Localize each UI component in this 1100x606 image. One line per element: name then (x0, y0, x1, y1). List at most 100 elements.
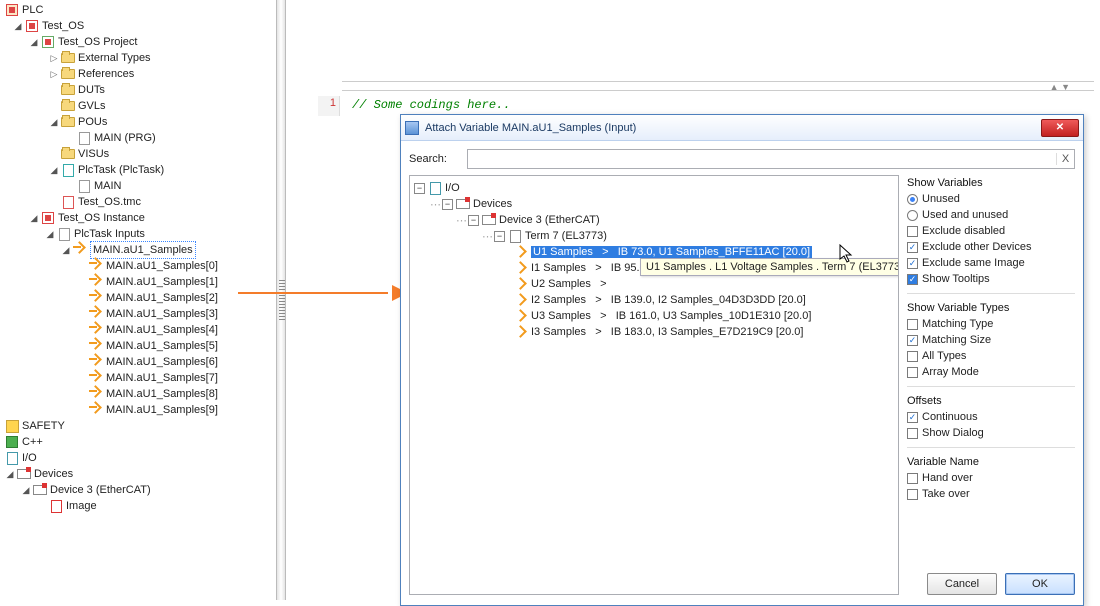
var-icon (88, 371, 104, 385)
code-comment: // Some codings here.. (352, 98, 510, 112)
tree-node[interactable]: MAIN.aU1_Samples[8] (4, 386, 274, 402)
tree-node[interactable]: Test_OS (4, 18, 274, 34)
ok-button[interactable]: OK (1005, 573, 1075, 595)
option-continuous[interactable]: Continuous (907, 409, 1075, 425)
expander-icon[interactable] (44, 226, 56, 242)
variable-row[interactable]: I2 Samples > IB 139.0, I2 Samples_04D3D3… (414, 292, 894, 308)
collapse-icon[interactable]: − (468, 215, 479, 226)
var-icon (88, 387, 104, 401)
attach-variable-dialog: Attach Variable MAIN.aU1_Samples (Input)… (400, 114, 1084, 606)
variable-row[interactable]: U2 Samples > (414, 276, 894, 292)
tree-node[interactable]: Test_OS Project (4, 34, 274, 50)
project-tree[interactable]: PLC Test_OS Test_OS Project External Typ… (4, 2, 274, 514)
options-pane: Show Variables Unused Used and unused Ex… (907, 175, 1075, 595)
expander-icon[interactable] (48, 50, 60, 66)
tree-node[interactable]: MAIN.aU1_Samples[0] (4, 258, 274, 274)
option-array-mode[interactable]: Array Mode (907, 364, 1075, 380)
tree-node[interactable]: Test_OS Instance (4, 210, 274, 226)
tree-node[interactable]: Image (4, 498, 274, 514)
var-icon (514, 246, 528, 258)
tree-node[interactable]: MAIN.aU1_Samples[5] (4, 338, 274, 354)
tree-node[interactable]: MAIN.aU1_Samples[2] (4, 290, 274, 306)
var-icon (514, 294, 528, 306)
option-matching-size[interactable]: Matching Size (907, 332, 1075, 348)
tree-node-safety[interactable]: SAFETY (4, 418, 274, 434)
tree-node[interactable]: MAIN (4, 178, 274, 194)
checkbox-icon (907, 335, 918, 346)
expander-icon[interactable] (12, 18, 24, 34)
expander-icon[interactable] (28, 34, 40, 50)
expander-icon[interactable] (60, 242, 72, 258)
cpp-icon (4, 435, 20, 449)
tree-node[interactable]: VISUs (4, 146, 274, 162)
expander-icon[interactable] (20, 482, 32, 498)
expander-icon[interactable] (28, 210, 40, 226)
tree-node[interactable]: Devices (4, 466, 274, 482)
expander-icon[interactable] (48, 66, 60, 82)
collapse-icon[interactable]: − (494, 231, 505, 242)
clear-search-button[interactable]: X (1056, 153, 1074, 165)
tree-node-selected[interactable]: MAIN.aU1_Samples (4, 242, 274, 258)
cancel-button[interactable]: Cancel (927, 573, 997, 595)
task-icon (60, 163, 76, 177)
tree-node[interactable]: Test_OS.tmc (4, 194, 274, 210)
expander-icon[interactable] (48, 162, 60, 178)
tree-node[interactable]: GVLs (4, 98, 274, 114)
var-icon (88, 291, 104, 305)
close-button[interactable]: ✕ (1041, 119, 1079, 137)
checkbox-icon (907, 258, 918, 269)
tree-node[interactable]: ⋯−Term 7 (EL3773) (414, 228, 894, 244)
option-hand-over[interactable]: Hand over (907, 470, 1075, 486)
tree-node[interactable]: ⋯−Device 3 (EtherCAT) (414, 212, 894, 228)
tree-node[interactable]: Device 3 (EtherCAT) (4, 482, 274, 498)
tree-node[interactable]: MAIN.aU1_Samples[7] (4, 370, 274, 386)
option-exclude-other-devices[interactable]: Exclude other Devices (907, 239, 1075, 255)
tree-node-plc[interactable]: PLC (4, 2, 274, 18)
code-pane-separator (342, 81, 1094, 91)
tree-node[interactable]: External Types (4, 50, 274, 66)
device-icon (32, 483, 48, 497)
collapse-icon[interactable]: ▲ ▼ (1050, 82, 1070, 92)
terminal-icon (507, 229, 523, 243)
pou-icon (76, 131, 92, 145)
tree-node-cpp[interactable]: C++ (4, 434, 274, 450)
variable-row[interactable]: U3 Samples > IB 161.0, U3 Samples_10D1E3… (414, 308, 894, 324)
tree-node[interactable]: ⋯−Devices (414, 196, 894, 212)
dialog-titlebar[interactable]: Attach Variable MAIN.aU1_Samples (Input)… (401, 115, 1083, 141)
tree-node[interactable]: POUs (4, 114, 274, 130)
tree-node[interactable]: References (4, 66, 274, 82)
checkbox-icon (907, 351, 918, 362)
tree-node[interactable]: MAIN.aU1_Samples[6] (4, 354, 274, 370)
var-icon (514, 326, 528, 338)
option-exclude-same-image[interactable]: Exclude same Image (907, 255, 1075, 271)
option-used-unused[interactable]: Used and unused (907, 207, 1075, 223)
variable-row[interactable]: I3 Samples > IB 183.0, I3 Samples_E7D219… (414, 324, 894, 340)
tree-node[interactable]: PlcTask (PlcTask) (4, 162, 274, 178)
var-icon (514, 278, 528, 290)
option-exclude-disabled[interactable]: Exclude disabled (907, 223, 1075, 239)
tree-node[interactable]: MAIN.aU1_Samples[3] (4, 306, 274, 322)
option-matching-type[interactable]: Matching Type (907, 316, 1075, 332)
tree-node[interactable]: MAIN.aU1_Samples[4] (4, 322, 274, 338)
tree-node[interactable]: DUTs (4, 82, 274, 98)
tree-node[interactable]: MAIN (PRG) (4, 130, 274, 146)
expander-icon[interactable] (48, 114, 60, 130)
collapse-icon[interactable]: − (414, 183, 425, 194)
tree-node[interactable]: MAIN.aU1_Samples[9] (4, 402, 274, 418)
group-heading: Show Variables (907, 177, 1075, 189)
option-unused[interactable]: Unused (907, 191, 1075, 207)
tree-node[interactable]: −I/O (414, 180, 894, 196)
search-input[interactable] (468, 150, 1056, 168)
tree-node[interactable]: MAIN.aU1_Samples[1] (4, 274, 274, 290)
radio-icon (907, 210, 918, 221)
group-heading: Offsets (907, 395, 1075, 407)
collapse-icon[interactable]: − (442, 199, 453, 210)
option-take-over[interactable]: Take over (907, 486, 1075, 502)
variable-tree[interactable]: −I/O ⋯−Devices ⋯−Device 3 (EtherCAT) ⋯−T… (409, 175, 899, 595)
expander-icon[interactable] (4, 466, 16, 482)
option-show-tooltips[interactable]: Show Tooltips (907, 271, 1075, 287)
option-all-types[interactable]: All Types (907, 348, 1075, 364)
tree-node[interactable]: PlcTask Inputs (4, 226, 274, 242)
tree-node-io[interactable]: I/O (4, 450, 274, 466)
option-show-dialog[interactable]: Show Dialog (907, 425, 1075, 441)
